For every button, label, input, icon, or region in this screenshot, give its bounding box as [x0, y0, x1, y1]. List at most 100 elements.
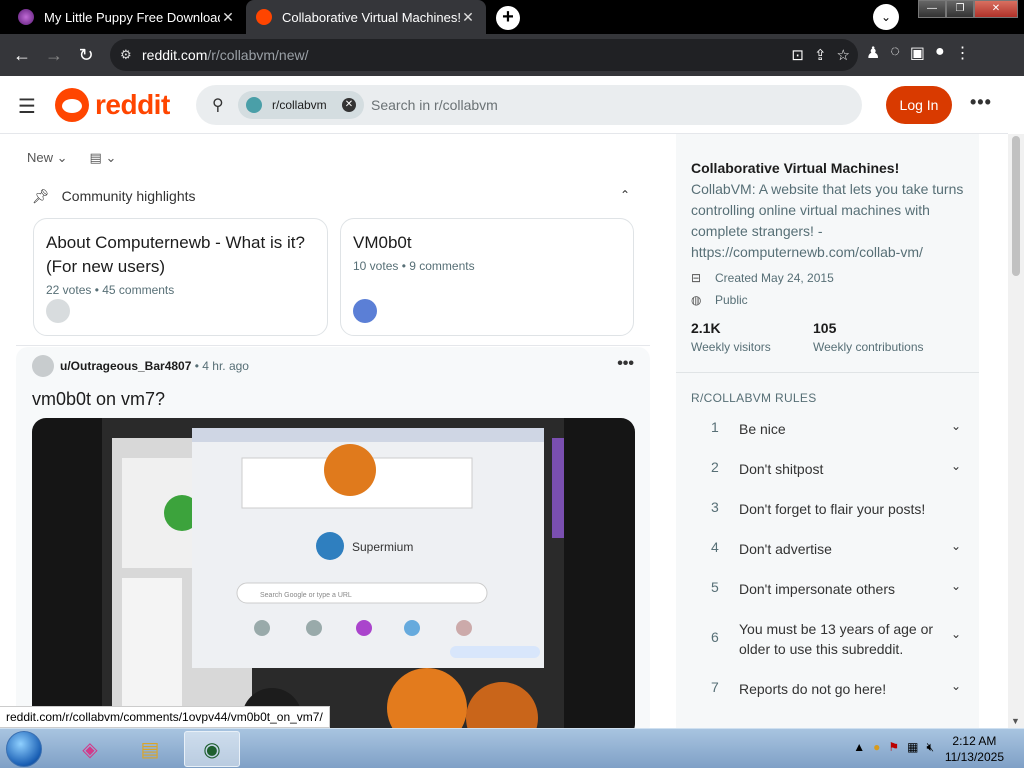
visibility-label: Public — [715, 293, 748, 307]
highlight-card[interactable]: VM0b0t 10 votes • 9 comments — [340, 218, 634, 336]
loading-circle-icon[interactable]: ◌ — [890, 43, 900, 63]
close-tab-icon[interactable]: ✕ — [460, 9, 476, 26]
back-icon[interactable]: ← — [10, 43, 34, 67]
chevron-down-icon[interactable]: ⌄ — [941, 459, 961, 473]
chevron-down-icon: ⌄ — [56, 150, 68, 165]
site-info-icon[interactable]: ⚙ — [120, 47, 132, 63]
search-input[interactable]: ⚲ r/collabvm ✕ Search in r/collabvm — [196, 85, 862, 125]
network-icon[interactable]: ▦ — [907, 740, 918, 755]
stat-value: 2.1K — [691, 320, 721, 336]
scrollbar-thumb[interactable] — [1012, 136, 1020, 276]
address-bar[interactable]: ⚙ reddit.com/r/collabvm/new/ ⊡ ⇪ ☆ — [110, 39, 858, 71]
rule-text: Reports do not go here! — [739, 681, 887, 697]
highlight-card[interactable]: About Computernewb - What is it? (For ne… — [33, 218, 328, 336]
rule-number: 3 — [711, 499, 719, 515]
divider — [676, 372, 979, 373]
share-icon[interactable]: ⇪ — [814, 46, 827, 64]
show-hidden-icons-icon[interactable]: ▲ — [853, 740, 865, 755]
user-avatar[interactable] — [32, 355, 54, 377]
extension-icons: ♟ ◌ ▣ ● ⋮ — [866, 43, 971, 63]
browser-taskbar-icon[interactable]: ◉ — [184, 731, 240, 767]
rule-text: You must be 13 years of age or older to … — [739, 621, 934, 657]
rule-item[interactable]: 7 Reports do not go here! ⌄ — [691, 679, 961, 699]
post-options-icon[interactable]: ••• — [617, 355, 634, 373]
view-toggle[interactable]: ▤ ⌄ — [90, 150, 117, 166]
file-explorer-icon[interactable]: ▤ — [122, 731, 178, 767]
post-image[interactable]: Supermium Search Google or type a URL — [32, 418, 635, 728]
more-options-icon[interactable]: ••• — [970, 92, 992, 113]
highlight-meta: 22 votes • 45 comments — [46, 283, 175, 297]
hamburger-menu-icon[interactable]: ☰ — [18, 94, 36, 119]
menu-kebab-icon[interactable]: ⋮ — [955, 43, 971, 63]
post-card[interactable]: u/Outrageous_Bar4807 • 4 hr. ago ••• vm0… — [16, 347, 650, 728]
stat-weekly-visitors: 2.1K Weekly visitors — [691, 320, 771, 354]
side-panel-icon[interactable]: ▣ — [910, 43, 925, 63]
close-window-button[interactable]: ✕ — [974, 0, 1018, 18]
action-center-icon[interactable]: ⚑ — [888, 740, 899, 755]
chevron-down-icon: ⌄ — [105, 150, 117, 165]
page-scrollbar[interactable]: ▼ — [1008, 134, 1024, 728]
rule-item[interactable]: 4 Don't advertise ⌄ — [691, 539, 961, 559]
sort-dropdown[interactable]: New ⌄ — [27, 150, 68, 166]
community-highlights-header[interactable]: 📌︎ Community highlights ⌃ — [32, 188, 632, 205]
user-avatar — [353, 299, 377, 323]
rule-item[interactable]: 2 Don't shitpost ⌄ — [691, 459, 961, 479]
post-meta: u/Outrageous_Bar4807 • 4 hr. ago — [60, 359, 249, 373]
tab-my-little-puppy[interactable]: My Little Puppy Free Download ✕ — [8, 0, 246, 34]
start-button[interactable] — [6, 731, 42, 767]
minimize-button[interactable]: — — [918, 0, 946, 18]
chevron-up-icon[interactable]: ⌃ — [620, 188, 630, 202]
forward-icon[interactable]: → — [42, 43, 66, 67]
bookmark-star-icon[interactable]: ☆ — [837, 46, 850, 64]
snoo-icon — [55, 88, 89, 122]
chevron-down-icon[interactable]: ⌄ — [941, 539, 961, 553]
tray-app-icon[interactable]: ● — [873, 740, 880, 755]
extension-icon[interactable]: ♟ — [866, 43, 880, 63]
globe-icon: ◍ — [691, 293, 702, 307]
highlights-title: Community highlights — [61, 188, 196, 204]
browser-toolbar: ← → ↻ ⚙ reddit.com/r/collabvm/new/ ⊡ ⇪ ☆… — [0, 34, 1024, 76]
puppy-app-icon[interactable]: ◈ — [62, 731, 118, 767]
new-tab-button[interactable]: + — [496, 6, 520, 30]
visibility-row: ◍ Public — [691, 293, 748, 307]
maximize-button[interactable]: ❐ — [946, 0, 974, 18]
feed: New ⌄ ▤ ⌄ 📌︎ Community highlights ⌃ Abou… — [0, 134, 660, 728]
rule-number: 5 — [711, 579, 719, 595]
post-title[interactable]: vm0b0t on vm7? — [32, 389, 165, 410]
reload-icon[interactable]: ↻ — [74, 43, 98, 67]
stat-weekly-contributions: 105 Weekly contributions — [813, 320, 924, 354]
clear-chip-icon[interactable]: ✕ — [342, 98, 356, 112]
chevron-down-icon[interactable]: ⌄ — [941, 619, 961, 641]
rule-item[interactable]: 5 Don't impersonate others ⌄ — [691, 579, 961, 599]
community-sidebar: Collaborative Virtual Machines! CollabVM… — [676, 134, 979, 728]
login-button[interactable]: Log In — [886, 86, 952, 124]
rule-number: 1 — [711, 419, 719, 435]
rule-number: 4 — [711, 539, 719, 555]
reddit-logo[interactable]: reddit — [55, 88, 170, 122]
system-clock[interactable]: 2:12 AM 11/13/2025 — [945, 733, 1004, 765]
created-row: ⊟ Created May 24, 2015 — [691, 271, 834, 285]
rule-item[interactable]: 6 You must be 13 years of age or older t… — [691, 619, 961, 659]
stat-label: Weekly contributions — [813, 340, 924, 354]
volume-muted-icon[interactable]: 🔇︎ — [926, 740, 934, 755]
community-title: Collaborative Virtual Machines! — [691, 160, 900, 176]
post-username[interactable]: u/Outrageous_Bar4807 — [60, 359, 191, 373]
tab-search-icon[interactable]: ⌄ — [873, 4, 899, 30]
scroll-down-arrow-icon[interactable]: ▼ — [1011, 716, 1020, 726]
chevron-down-icon[interactable]: ⌄ — [941, 679, 961, 693]
tab-collabvm[interactable]: Collaborative Virtual Machines! ✕ — [246, 0, 486, 34]
install-app-icon[interactable]: ⊡ — [791, 46, 804, 64]
close-tab-icon[interactable]: ✕ — [220, 9, 236, 26]
rule-item[interactable]: 1 Be nice ⌄ — [691, 419, 961, 439]
post-age: • 4 hr. ago — [194, 359, 249, 373]
chevron-down-icon[interactable]: ⌄ — [941, 419, 961, 433]
system-tray: ▲ ● ⚑ ▦ 🔇︎ — [853, 740, 934, 755]
link-status-bar: reddit.com/r/collabvm/comments/1ovpv44/v… — [0, 706, 330, 728]
search-icon: ⚲ — [212, 97, 224, 114]
browser-tab-strip: My Little Puppy Free Download ✕ Collabor… — [0, 0, 1024, 34]
subreddit-search-chip[interactable]: r/collabvm ✕ — [238, 91, 364, 119]
rule-text: Don't advertise — [739, 541, 832, 557]
chevron-down-icon[interactable]: ⌄ — [941, 579, 961, 593]
profile-icon[interactable]: ● — [935, 43, 945, 63]
screenshot-caption: Supermium — [352, 540, 413, 554]
